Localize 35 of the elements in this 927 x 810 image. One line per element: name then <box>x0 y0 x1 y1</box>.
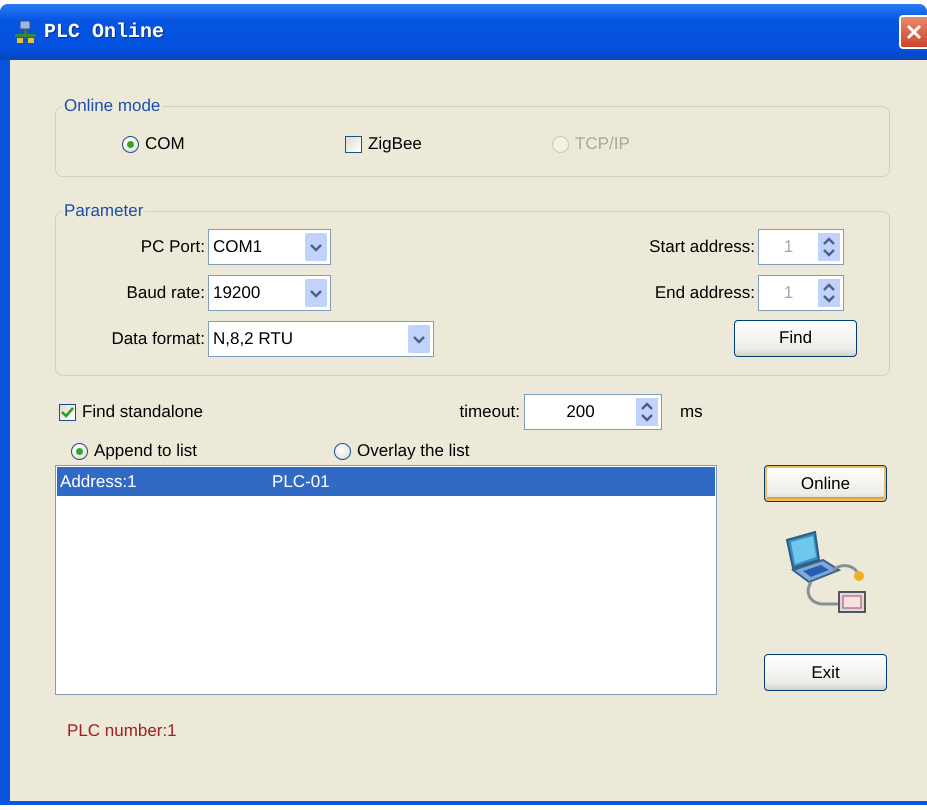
unit-label: ms <box>679 402 704 422</box>
radio-label: TCP/IP <box>575 134 630 154</box>
checkbox[interactable] <box>345 136 362 152</box>
close-icon <box>905 23 923 41</box>
close-button[interactable] <box>899 15 927 49</box>
radio-button[interactable] <box>71 442 88 460</box>
radio-button[interactable] <box>122 136 139 152</box>
list-row[interactable]: Address:1 PLC-01 <box>57 467 715 496</box>
field-label: End address: <box>654 283 756 304</box>
radio-label: Overlay the list <box>357 441 470 461</box>
field-label: PC Port: <box>140 237 206 257</box>
list-cell-text: Address:1 <box>60 472 138 492</box>
network-icon <box>14 20 38 44</box>
button[interactable]: Online <box>764 465 887 502</box>
dropdown[interactable]: COM1 <box>208 229 331 265</box>
radio-label: Append to list <box>94 441 198 461</box>
window-title: PLC Online <box>44 20 164 44</box>
list-cell-text: PLC-01 <box>272 472 331 492</box>
radio-button[interactable] <box>334 442 351 460</box>
button[interactable]: Exit <box>764 654 887 691</box>
button[interactable]: Find <box>734 320 857 357</box>
dropdown[interactable]: 19200 <box>208 275 331 311</box>
checkbox-label: ZigBee <box>368 134 422 154</box>
dropdown[interactable]: N,8,2 RTU <box>208 321 434 357</box>
status-text: PLC number:1 <box>67 721 177 741</box>
field-label: Data format: <box>111 329 206 349</box>
field-label: Baud rate: <box>126 283 206 303</box>
field-label: timeout: <box>460 402 521 422</box>
checkbox[interactable] <box>59 404 76 420</box>
field-label: Start address: <box>649 237 756 258</box>
spin-box[interactable]: 200 <box>524 394 662 430</box>
group-title: Online mode <box>63 96 162 116</box>
checkbox-label: Find standalone <box>82 402 203 422</box>
radio-label: COM <box>145 134 185 154</box>
group-title: Parameter <box>63 201 144 221</box>
